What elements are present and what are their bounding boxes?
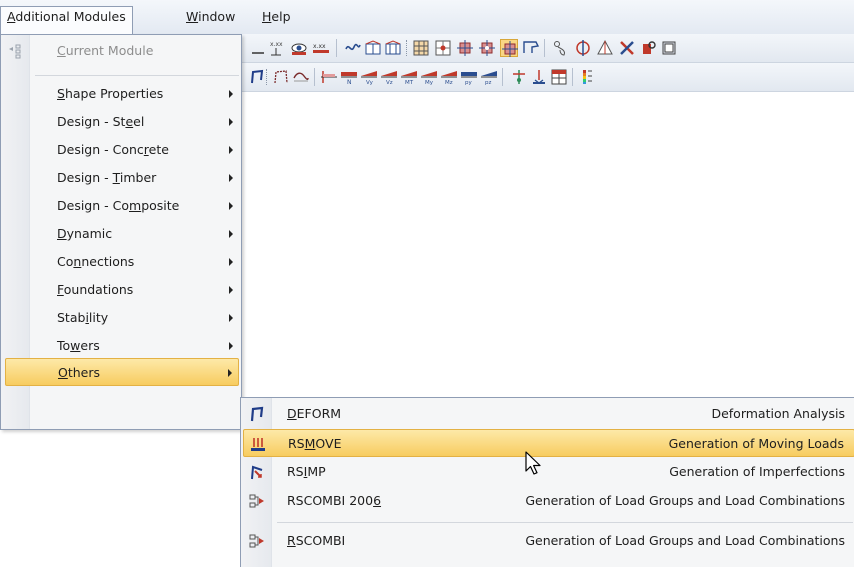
reaction-arrow-icon[interactable] — [530, 68, 548, 86]
submenu-arrow-icon — [229, 314, 233, 322]
result-table-icon[interactable] — [550, 68, 568, 86]
section-icon[interactable] — [552, 39, 570, 57]
svg-text:x.xx: x.xx — [270, 41, 283, 48]
support-icon[interactable] — [456, 39, 474, 57]
menu-item-current-module: Current Module — [3, 37, 239, 65]
submenu-item-rsmove[interactable]: RSMOVE Generation of Moving Loads — [243, 429, 854, 457]
member-results-icon[interactable] — [500, 39, 518, 57]
menu-item-design-steel[interactable]: Design - Steel — [3, 108, 239, 136]
view-eye-icon[interactable] — [290, 39, 308, 57]
submenu-item-rscombi[interactable]: RSCOMBI Generation of Load Groups and Lo… — [243, 527, 854, 555]
rotation-icon[interactable] — [574, 39, 592, 57]
toolbar-results: N Vy Vz MT My Mz py pz — [240, 63, 854, 92]
mouse-cursor-icon — [524, 451, 544, 477]
menu-help[interactable]: Help — [256, 6, 297, 28]
svg-text:My: My — [425, 80, 434, 86]
deformation-curve-icon[interactable] — [292, 68, 310, 86]
mesh-icon[interactable] — [412, 39, 430, 57]
svg-text:MT: MT — [405, 80, 414, 86]
rsmove-icon — [250, 436, 266, 452]
svg-text:py: py — [465, 80, 472, 86]
force-vy-icon[interactable]: Vy — [360, 68, 378, 86]
others-submenu: DEFORM Deformation Analysis RSMOVE Gener… — [240, 397, 854, 567]
svg-text:Mz: Mz — [445, 80, 453, 86]
mesh-points-icon[interactable] — [434, 39, 452, 57]
deform-toolbar-icon[interactable] — [248, 68, 266, 86]
menu-item-foundations[interactable]: Foundations — [3, 276, 239, 304]
node-icon[interactable] — [640, 39, 658, 57]
menu-separator — [277, 522, 853, 523]
submenu-arrow-icon — [229, 118, 233, 126]
menu-item-shape-properties[interactable]: Shape Properties — [3, 80, 239, 108]
submenu-item-rscombi-2006[interactable]: RSCOMBI 2006 Generation of Load Groups a… — [243, 487, 854, 515]
cross-icon[interactable] — [618, 39, 636, 57]
submenu-arrow-icon — [229, 258, 233, 266]
menu-item-connections[interactable]: Connections — [3, 248, 239, 276]
submenu-arrow-icon — [229, 202, 233, 210]
menu-item-design-timber[interactable]: Design - Timber — [3, 164, 239, 192]
color-scale-icon[interactable] — [578, 68, 596, 86]
svg-text:Vz: Vz — [386, 80, 393, 86]
svg-text:Vy: Vy — [366, 80, 374, 86]
menu-item-others[interactable]: Others — [5, 358, 239, 386]
deform-icon — [249, 406, 265, 422]
force-vz-icon[interactable]: Vz — [380, 68, 398, 86]
rsimp-icon — [249, 464, 265, 480]
menu-item-stability[interactable]: Stability — [3, 304, 239, 332]
submenu-item-deform[interactable]: DEFORM Deformation Analysis — [243, 400, 854, 428]
force-n-icon[interactable] — [320, 68, 338, 86]
values-xxx-icon[interactable]: x.xx — [312, 39, 330, 57]
submenu-arrow-icon — [229, 342, 233, 350]
moment-mt-icon[interactable]: MT — [400, 68, 418, 86]
submenu-arrow-icon — [229, 90, 233, 98]
svg-text:pz: pz — [485, 80, 491, 86]
menu-additional-modules[interactable]: Additional Modules — [0, 6, 133, 34]
triangle-icon[interactable] — [596, 39, 614, 57]
menu-item-dynamic[interactable]: Dynamic — [3, 220, 239, 248]
spring-icon[interactable] — [344, 39, 362, 57]
panel-icon[interactable] — [660, 39, 678, 57]
toolbar-top: x.xx x.xx — [240, 34, 854, 63]
submenu-arrow-icon — [229, 174, 233, 182]
rscombi-icon — [249, 493, 265, 509]
force-n-diagram-icon[interactable]: N — [340, 68, 358, 86]
result-diagram-icon[interactable] — [522, 39, 540, 57]
hinge-icon[interactable] — [478, 39, 496, 57]
moment-my-icon[interactable]: My — [420, 68, 438, 86]
submenu-arrow-icon — [228, 369, 232, 377]
dimension-xxx-icon[interactable]: x.xx — [268, 39, 286, 57]
moment-mz-icon[interactable]: Mz — [440, 68, 458, 86]
menu-item-design-composite[interactable]: Design - Composite — [3, 192, 239, 220]
additional-modules-menu: Current Module Shape Properties Design -… — [0, 34, 242, 430]
support-reaction-icon[interactable] — [510, 68, 528, 86]
svg-text:x.xx: x.xx — [313, 43, 326, 50]
submenu-arrow-icon — [229, 230, 233, 238]
load-pz-icon[interactable]: pz — [480, 68, 498, 86]
current-module-icon — [7, 43, 23, 59]
menu-separator — [35, 75, 239, 76]
load-py-icon[interactable]: py — [460, 68, 478, 86]
menu-item-towers[interactable]: Towers — [3, 332, 239, 360]
submenu-item-rsimp[interactable]: RSIMP Generation of Imperfections — [243, 458, 854, 486]
menu-item-design-concrete[interactable]: Design - Concrete — [3, 136, 239, 164]
menu-bar: Additional Modules Window Help — [0, 0, 854, 35]
submenu-arrow-icon — [229, 146, 233, 154]
frame-icon[interactable] — [364, 39, 382, 57]
line-icon[interactable] — [250, 39, 268, 57]
menu-window[interactable]: Window — [180, 6, 241, 28]
deformation-frame-icon[interactable] — [272, 68, 290, 86]
svg-text:N: N — [347, 79, 352, 86]
rscombi-icon — [249, 533, 265, 549]
submenu-arrow-icon — [229, 286, 233, 294]
grid-frame-icon[interactable] — [384, 39, 402, 57]
